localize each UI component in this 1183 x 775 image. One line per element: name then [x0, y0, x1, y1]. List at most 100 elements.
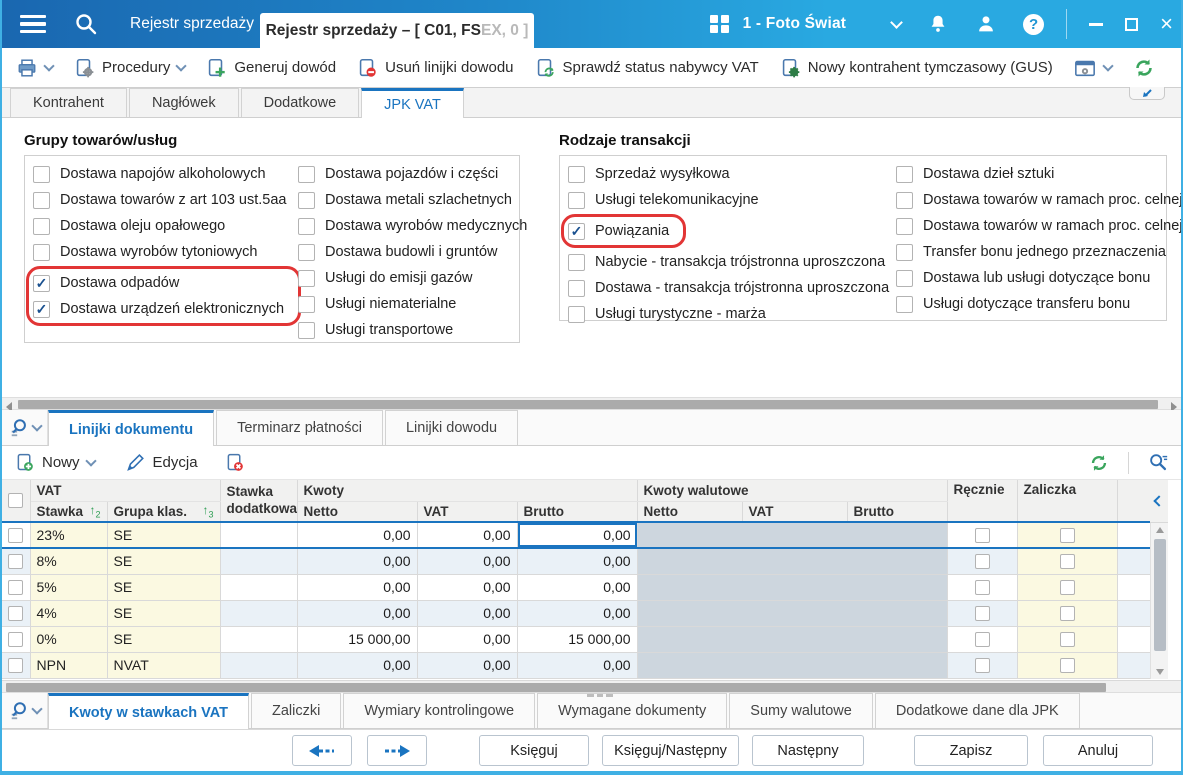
cell-netto[interactable]: 15 000,00	[297, 626, 418, 653]
column-wal-vat[interactable]: VAT	[742, 501, 848, 523]
checkbox-item[interactable]: Dostawa lub usługi dotyczące bonu	[896, 265, 1181, 291]
tab-zaliczki[interactable]: Zaliczki	[251, 693, 342, 728]
recznie-checkbox[interactable]	[974, 553, 990, 569]
column-wal-brutto[interactable]: Brutto	[847, 501, 948, 523]
select-all-header[interactable]	[2, 480, 31, 523]
maximize-button[interactable]	[1125, 17, 1139, 31]
splitter-grip[interactable]	[587, 694, 614, 698]
cell-stawka-dodatkowa[interactable]	[220, 626, 298, 653]
checkbox-checked[interactable]	[33, 300, 50, 318]
nastepny-button[interactable]: Następny	[752, 735, 864, 766]
table-row[interactable]: 4% SE 0,00 0,00 0,00	[2, 600, 1151, 627]
checkbox[interactable]	[33, 243, 50, 261]
filter-lines-button[interactable]	[1137, 446, 1181, 479]
checkbox[interactable]	[896, 191, 913, 209]
cell-vat[interactable]: 0,00	[417, 652, 518, 679]
column-zaliczka[interactable]: Zaliczka	[1017, 480, 1118, 523]
cell-netto[interactable]: 0,00	[297, 574, 418, 601]
cell-vat[interactable]: 0,00	[417, 521, 518, 549]
tab-dodatkowe[interactable]: Dodatkowe	[240, 88, 360, 117]
recznie-checkbox[interactable]	[974, 605, 990, 621]
generuj-dowod-button[interactable]: Generuj dowód	[195, 48, 346, 87]
notifications-bell-icon[interactable]	[927, 13, 949, 35]
checkbox-item[interactable]: Transfer bonu jednego przeznaczenia	[896, 239, 1181, 265]
tab-jpk-vat[interactable]: JPK VAT	[361, 88, 464, 118]
collapse-columns-button[interactable]	[1150, 480, 1168, 523]
company-chevron-down-icon[interactable]	[890, 15, 904, 29]
table-row[interactable]: 0% SE 15 000,00 0,00 15 000,00	[2, 626, 1151, 653]
cell-grupa[interactable]: SE	[107, 521, 221, 549]
scroll-up-arrow[interactable]	[1155, 527, 1164, 533]
previous-record-button[interactable]	[292, 735, 352, 766]
document-tab[interactable]: Rejestr sprzedaży – [ C01, FS EX, 0 ]	[260, 13, 534, 48]
cell-brutto[interactable]: 0,00	[517, 548, 638, 575]
checkbox[interactable]	[896, 243, 913, 261]
checkbox-checked[interactable]	[568, 222, 585, 240]
tab-terminarz-platnosci[interactable]: Terminarz płatności	[216, 410, 383, 445]
cell-brutto[interactable]: 0,00	[517, 652, 638, 679]
row-checkbox[interactable]	[8, 631, 24, 647]
checkbox-item[interactable]: Dostawa towarów z art 103 ust.5aa	[33, 187, 290, 213]
checkbox[interactable]	[568, 305, 585, 323]
cell-netto[interactable]: 0,00	[297, 652, 418, 679]
grid-view-chevron-down-icon[interactable]	[30, 702, 43, 715]
search-icon[interactable]	[74, 12, 98, 36]
refresh-button[interactable]	[1122, 48, 1166, 87]
ribbon-collapse-handle[interactable]	[1129, 87, 1165, 100]
procedury-button[interactable]: Procedury	[63, 48, 195, 87]
recznie-checkbox[interactable]	[974, 579, 990, 595]
procedury-chevron-down-icon[interactable]	[175, 59, 188, 72]
row-checkbox[interactable]	[8, 527, 24, 543]
grid-vertical-scrollbar[interactable]	[1150, 523, 1168, 679]
tab-kontrahent[interactable]: Kontrahent	[10, 88, 127, 117]
grid-view-settings-button[interactable]	[2, 693, 48, 728]
row-checkbox[interactable]	[8, 579, 24, 595]
recznie-checkbox[interactable]	[974, 631, 990, 647]
tab-dodatkowe-dane-jpk[interactable]: Dodatkowe dane dla JPK	[874, 693, 1080, 728]
cell-grupa[interactable]: SE	[107, 574, 221, 601]
grid-view-settings-button[interactable]	[2, 410, 48, 445]
table-row[interactable]: 5% SE 0,00 0,00 0,00	[2, 574, 1151, 601]
cell-stawka-dodatkowa[interactable]	[220, 574, 298, 601]
cell-vat[interactable]: 0,00	[417, 574, 518, 601]
usun-linijki-button[interactable]: Usuń linijki dowodu	[346, 48, 523, 87]
app-grid-icon[interactable]	[710, 14, 729, 34]
sprawdz-status-button[interactable]: Sprawdź status nabywcy VAT	[524, 48, 769, 87]
ksieguj-button[interactable]: Księguj	[479, 735, 589, 766]
checkbox-item[interactable]: Usługi do emisji gazów	[298, 265, 527, 291]
checkbox-item[interactable]: Usługi telekomunikacyjne	[568, 187, 888, 213]
scrollbar-thumb[interactable]	[6, 682, 1106, 692]
checkbox[interactable]	[298, 191, 315, 209]
checkbox-item[interactable]: Usługi dotyczące transferu bonu	[896, 291, 1181, 317]
tab-sumy-walutowe[interactable]: Sumy walutowe	[729, 693, 873, 728]
cell-stawka[interactable]: 8%	[30, 548, 108, 575]
zaliczka-checkbox[interactable]	[1059, 527, 1075, 543]
grid-view-chevron-down-icon[interactable]	[30, 419, 43, 432]
cell-grupa[interactable]: NVAT	[107, 652, 221, 679]
checkbox-item[interactable]: Usługi transportowe	[298, 317, 527, 343]
cell-stawka-dodatkowa[interactable]	[220, 600, 298, 627]
checkbox[interactable]	[298, 321, 315, 339]
tab-kwoty-w-stawkach-vat[interactable]: Kwoty w stawkach VAT	[48, 693, 249, 729]
cell-brutto[interactable]: 0,00	[517, 574, 638, 601]
cell-grupa[interactable]: SE	[107, 626, 221, 653]
table-row[interactable]: 8% SE 0,00 0,00 0,00	[2, 548, 1151, 575]
column-stawka[interactable]: Stawka2	[30, 501, 108, 523]
checkbox[interactable]	[568, 165, 585, 183]
cell-brutto-focused[interactable]: 0,00	[517, 521, 638, 549]
cell-stawka[interactable]: 23%	[30, 521, 108, 549]
cell-netto[interactable]: 0,00	[297, 600, 418, 627]
cell-vat[interactable]: 0,00	[417, 600, 518, 627]
checkbox[interactable]	[33, 191, 50, 209]
scrollbar-thumb[interactable]	[18, 399, 1158, 409]
recznie-checkbox[interactable]	[974, 657, 990, 673]
checkbox-item[interactable]: Usługi turystyczne - marża	[568, 301, 888, 327]
cell-brutto[interactable]: 15 000,00	[517, 626, 638, 653]
cell-netto[interactable]: 0,00	[297, 521, 418, 549]
print-button[interactable]	[2, 48, 63, 87]
zaliczka-checkbox[interactable]	[1059, 553, 1075, 569]
select-all-checkbox[interactable]	[8, 493, 24, 508]
cell-vat[interactable]: 0,00	[417, 548, 518, 575]
checkbox-item[interactable]: Dostawa napojów alkoholowych	[33, 161, 290, 187]
column-recznie[interactable]: Ręcznie	[947, 480, 1018, 523]
